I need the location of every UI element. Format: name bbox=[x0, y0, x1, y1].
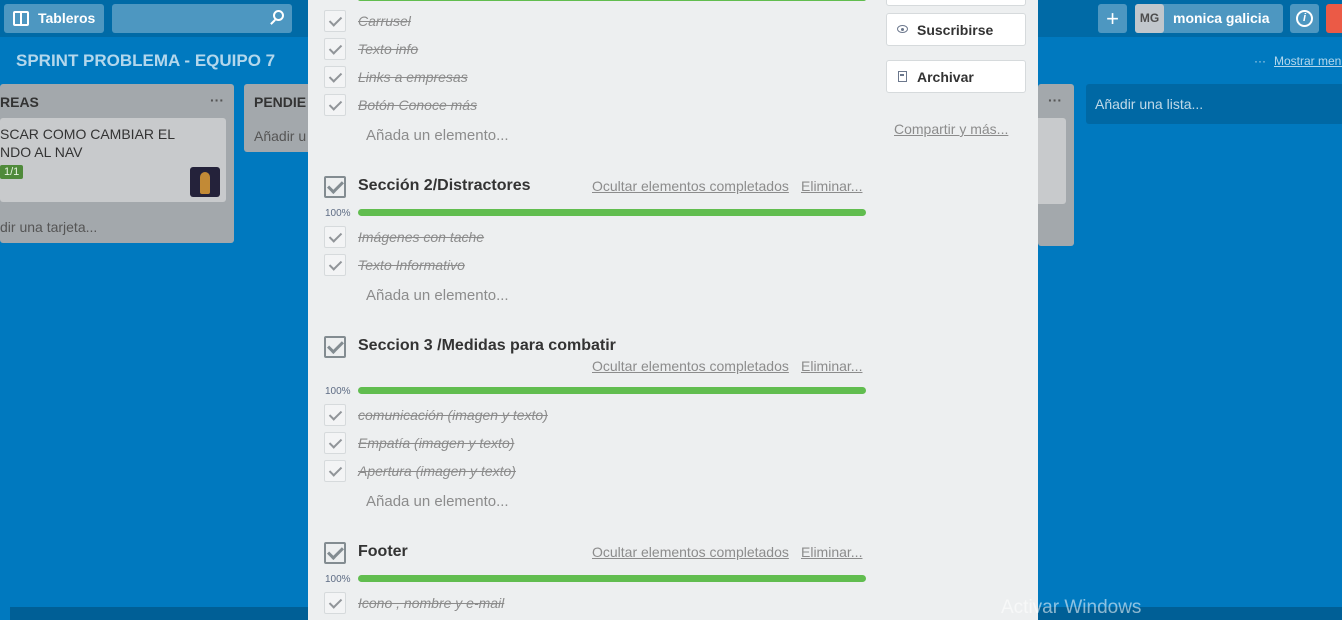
checklist-item-text[interactable]: Empatía (imagen y texto) bbox=[358, 435, 514, 451]
checkbox[interactable] bbox=[324, 66, 346, 88]
checkbox[interactable] bbox=[324, 254, 346, 276]
card-member-avatar bbox=[190, 167, 220, 197]
progress-percent: 100% bbox=[325, 386, 351, 397]
share-more-link[interactable]: Compartir y más... bbox=[894, 121, 1008, 137]
checklist-title[interactable]: Footer bbox=[358, 543, 408, 561]
card-title: SCAR COMO CAMBIAR EL NDO AL NAV bbox=[0, 126, 176, 160]
list-partial: ··· bbox=[1038, 84, 1074, 246]
sidebar-button[interactable] bbox=[886, 0, 1026, 6]
delete-checklist-link[interactable]: Eliminar... bbox=[801, 178, 862, 194]
card-detail-modal: Carrusel Texto info Links a empresas Botón … bbox=[308, 0, 1038, 620]
progress-percent: 100% bbox=[325, 208, 351, 219]
checkbox[interactable] bbox=[324, 592, 346, 614]
add-card-link[interactable]: dir una tarjeta... bbox=[0, 219, 97, 235]
list-tareas: REAS ··· SCAR COMO CAMBIAR EL NDO AL NAV… bbox=[0, 84, 234, 243]
checkbox[interactable] bbox=[324, 460, 346, 482]
checklist-icon bbox=[324, 176, 346, 198]
search-input[interactable] bbox=[112, 4, 292, 33]
add-button[interactable]: + bbox=[1098, 4, 1127, 33]
subscribe-button[interactable]: Suscribirse bbox=[886, 13, 1026, 46]
checklist-title[interactable]: Sección 2/Distractores bbox=[358, 177, 531, 195]
boards-button-label: Tableros bbox=[38, 10, 96, 26]
boards-button[interactable]: Tableros bbox=[4, 4, 104, 33]
windows-watermark: Activar Windows bbox=[1001, 597, 1142, 618]
checklist-item: Imágenes con tache bbox=[324, 226, 844, 248]
checklist-item: Carrusel bbox=[324, 10, 844, 32]
list-title[interactable]: PENDIE bbox=[254, 94, 306, 110]
subscribe-label: Suscribirse bbox=[917, 22, 994, 38]
boards-icon bbox=[13, 11, 29, 26]
checklist-badge-count: 1/1 bbox=[0, 165, 24, 179]
list-pendientes: PENDIE Añadir u bbox=[244, 84, 314, 152]
checklist-item-text[interactable]: Apertura (imagen y texto) bbox=[358, 463, 516, 479]
checklist-badge: 1/1 bbox=[0, 165, 24, 183]
search-icon[interactable] bbox=[273, 10, 284, 21]
checklist-item-text[interactable]: comunicación (imagen y texto) bbox=[358, 407, 548, 423]
avatar: MG bbox=[1135, 4, 1164, 33]
dots-icon: ··· bbox=[1254, 54, 1266, 68]
archive-label: Archivar bbox=[917, 69, 974, 85]
archive-button[interactable]: Archivar bbox=[886, 60, 1026, 93]
eye-icon bbox=[897, 25, 908, 33]
checklist-item: Apertura (imagen y texto) bbox=[324, 460, 844, 482]
hide-completed-link[interactable]: Ocultar elementos completados bbox=[592, 358, 789, 374]
checkbox[interactable] bbox=[324, 432, 346, 454]
checklist-item-text[interactable]: Links a empresas bbox=[358, 69, 468, 85]
delete-checklist-link[interactable]: Eliminar... bbox=[801, 544, 862, 560]
checklist-title[interactable]: Seccion 3 /Medidas para combatir bbox=[358, 337, 616, 355]
info-icon: i bbox=[1296, 10, 1313, 27]
checklist-item: Texto Informativo bbox=[324, 254, 844, 276]
progress-bar bbox=[358, 0, 866, 1]
checkbox[interactable] bbox=[324, 38, 346, 60]
list-title[interactable]: REAS bbox=[0, 94, 39, 110]
checklist-item: Icono , nombre y e-mail bbox=[324, 592, 844, 614]
add-item-input[interactable]: Añada un elemento... bbox=[366, 127, 509, 144]
notifications-button[interactable] bbox=[1326, 4, 1342, 33]
checkbox[interactable] bbox=[324, 404, 346, 426]
member-menu-button[interactable]: MG monica galicia bbox=[1135, 4, 1283, 33]
show-menu-link[interactable]: ··· Mostrar menú bbox=[1254, 54, 1342, 68]
checklist-item-text[interactable]: Carrusel bbox=[358, 13, 411, 29]
checkbox[interactable] bbox=[324, 94, 346, 116]
list-menu-icon[interactable]: ··· bbox=[210, 92, 224, 108]
checklist-item: Texto info bbox=[324, 38, 844, 60]
add-item-input[interactable]: Añada un elemento... bbox=[366, 493, 509, 510]
checklist-item: comunicación (imagen y texto) bbox=[324, 404, 844, 426]
checklist-icon bbox=[324, 542, 346, 564]
checkbox[interactable] bbox=[324, 226, 346, 248]
progress-bar bbox=[358, 575, 866, 582]
list-menu-icon[interactable]: ··· bbox=[1048, 92, 1062, 108]
progress-bar bbox=[358, 387, 866, 394]
show-menu-label: Mostrar menú bbox=[1274, 54, 1342, 68]
hide-completed-link[interactable]: Ocultar elementos completados bbox=[592, 178, 789, 194]
checklist-item-text[interactable]: Texto info bbox=[358, 41, 418, 57]
checklist-item-text[interactable]: Botón Conoce más bbox=[358, 97, 477, 113]
info-button[interactable]: i bbox=[1290, 4, 1319, 33]
board-title[interactable]: SPRINT PROBLEMA - EQUIPO 7 bbox=[16, 51, 275, 71]
checklist-item: Empatía (imagen y texto) bbox=[324, 432, 844, 454]
checklist-item: Botón Conoce más bbox=[324, 94, 844, 116]
checklist-item: Links a empresas bbox=[324, 66, 844, 88]
add-list-button[interactable]: Añadir una lista... bbox=[1086, 84, 1342, 124]
archive-icon bbox=[898, 71, 907, 82]
checkbox[interactable] bbox=[324, 10, 346, 32]
hide-completed-link[interactable]: Ocultar elementos completados bbox=[592, 544, 789, 560]
list-card[interactable] bbox=[1038, 118, 1066, 204]
progress-bar bbox=[358, 209, 866, 216]
checklist-icon bbox=[324, 336, 346, 358]
user-name: monica galicia bbox=[1173, 10, 1270, 26]
add-item-input[interactable]: Añada un elemento... bbox=[366, 287, 509, 304]
checklist-item-text[interactable]: Imágenes con tache bbox=[358, 229, 484, 245]
add-card-link[interactable]: Añadir u bbox=[254, 128, 306, 144]
progress-percent: 100% bbox=[325, 574, 351, 585]
delete-checklist-link[interactable]: Eliminar... bbox=[801, 358, 862, 374]
checklist-item-text[interactable]: Icono , nombre y e-mail bbox=[358, 595, 504, 611]
checklist-item-text[interactable]: Texto Informativo bbox=[358, 257, 465, 273]
